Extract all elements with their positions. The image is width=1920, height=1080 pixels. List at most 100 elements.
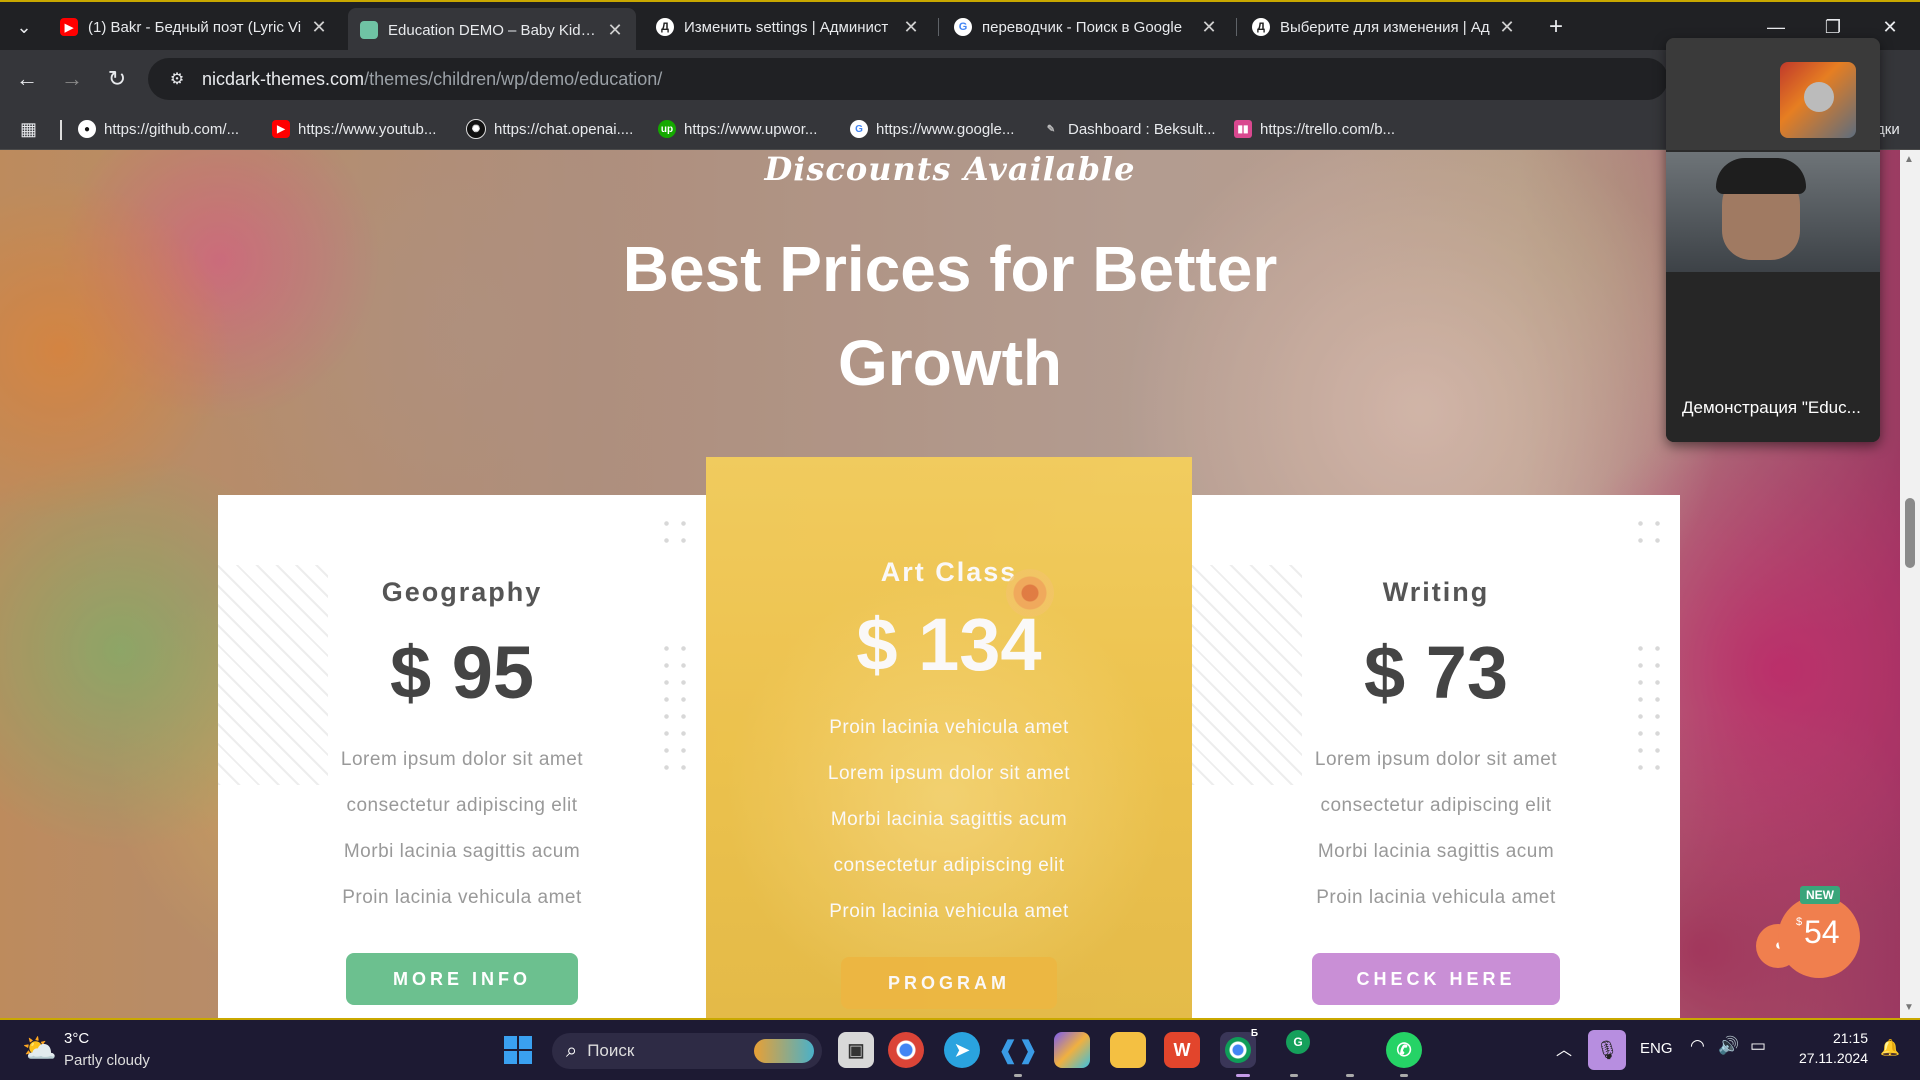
close-icon: ✕ <box>1882 16 1898 37</box>
start-button[interactable] <box>500 1032 536 1068</box>
bookmark-upwork[interactable]: up https://www.upwor... <box>658 117 817 141</box>
user-icon <box>1804 82 1834 112</box>
close-icon[interactable]: ✕ <box>1200 17 1218 38</box>
wifi-icon[interactable]: ◠ <box>1690 1036 1705 1056</box>
new-tab-button[interactable]: + <box>1536 10 1576 44</box>
back-button[interactable]: ← <box>10 62 44 96</box>
screen-share-tile: Демонстрация "Educ... <box>1666 272 1880 442</box>
promo-currency: $ <box>1796 916 1803 928</box>
tab-title: Изменить settings | Админист <box>684 18 889 36</box>
windows-taskbar: ⛅ 3°C Partly cloudy ⌕ Поиск ▣ ➤ ❰❱ W Б G… <box>0 1018 1920 1080</box>
volume-icon[interactable]: 🔊 <box>1718 1036 1739 1056</box>
card-feature: consectetur adipiscing elit <box>1320 795 1552 816</box>
tab-youtube[interactable]: ▶ (1) Bakr - Бедный поэт (Lyric Vi ✕ <box>48 10 340 44</box>
bookmark-label: https://github.com/... <box>104 120 240 138</box>
bookmark-separator <box>60 120 62 140</box>
tab-title: Education DEMO – Baby Kids Pr <box>388 21 598 39</box>
bookmark-label: https://www.google... <box>876 120 1015 138</box>
clock-date[interactable]: 27.11.2024 <box>1790 1050 1868 1066</box>
apps-button[interactable]: ▦ <box>20 117 37 141</box>
trello-icon: ▮▮ <box>1234 120 1252 138</box>
bookmark-label: https://chat.openai.... <box>494 120 634 138</box>
card-feature: Morbi lacinia sagittis acum <box>830 809 1068 830</box>
bookmark-chatgpt[interactable]: ✺ https://chat.openai.... <box>466 117 633 141</box>
tab-search-button[interactable]: ⌄ <box>4 10 44 44</box>
bookmark-label: https://trello.com/b... <box>1260 120 1396 138</box>
grammarly-icon[interactable]: G <box>1286 1030 1310 1054</box>
video-call-overlay[interactable]: Демонстрация "Educ... <box>1666 38 1880 442</box>
card-title: Art Class <box>880 557 1018 587</box>
pricing-card-geography: Geography $ 95 Lorem ipsum dolor sit ame… <box>218 495 706 1018</box>
app-indicator <box>1346 1074 1354 1077</box>
bookmark-label: https://www.upwor... <box>684 120 818 138</box>
chrome-icon[interactable] <box>888 1032 924 1068</box>
program-button[interactable]: PROGRAM <box>841 957 1057 1009</box>
search-icon: ⌕ <box>566 1039 578 1062</box>
page-scrollbar[interactable]: ▲ ▼ <box>1900 150 1920 1018</box>
tab-django-settings[interactable]: Д Изменить settings | Админист ✕ <box>644 10 932 44</box>
microphone-icon[interactable]: 🎙 <box>1588 1030 1626 1070</box>
telegram-icon[interactable]: ➤ <box>944 1032 980 1068</box>
tab-strip: ⌄ ▶ (1) Bakr - Бедный поэт (Lyric Vi ✕ E… <box>0 0 1920 52</box>
upwork-icon: up <box>658 120 676 138</box>
card-feature: Morbi lacinia sagittis acum <box>1317 841 1555 862</box>
restore-icon: ❐ <box>1824 16 1842 37</box>
partly-cloudy-icon: ⛅ <box>22 1033 57 1064</box>
more-info-button[interactable]: MORE INFO <box>346 953 578 1005</box>
reload-button[interactable]: ↻ <box>100 62 134 96</box>
close-icon[interactable]: ✕ <box>902 17 920 38</box>
minimize-icon: — <box>1767 16 1785 37</box>
youtube-icon: ▶ <box>272 120 290 138</box>
browser-toolbar: ← → ↻ ⚙ nicdark-themes.com /themes/child… <box>0 50 1920 108</box>
wps-office-icon[interactable]: W <box>1164 1032 1200 1068</box>
battery-icon[interactable]: ▭ <box>1750 1036 1766 1056</box>
chevron-up-icon[interactable]: ︿ <box>1556 1036 1572 1060</box>
tab-django-select[interactable]: Д Выберите для изменения | Ад ✕ <box>1240 10 1528 44</box>
tab-education-demo[interactable]: Education DEMO – Baby Kids Pr ✕ <box>348 8 636 52</box>
tab-google-search[interactable]: G переводчик - Поиск в Google ✕ <box>942 10 1230 44</box>
clock-time[interactable]: 21:15 <box>1790 1030 1868 1046</box>
tab-separator <box>938 18 939 36</box>
close-icon[interactable]: ✕ <box>1498 17 1516 38</box>
card-feature: Proin lacinia vehicula amet <box>1316 887 1556 908</box>
tab-separator <box>1236 18 1237 36</box>
url-path: /themes/children/wp/demo/education/ <box>364 68 663 89</box>
scroll-down-icon[interactable]: ▼ <box>1904 1002 1914 1013</box>
close-icon[interactable]: ✕ <box>606 20 624 41</box>
scrollbar-thumb[interactable] <box>1905 498 1915 568</box>
notifications-icon[interactable]: 🔔 <box>1880 1038 1900 1058</box>
scroll-up-icon[interactable]: ▲ <box>1904 154 1914 165</box>
bookmark-youtube[interactable]: ▶ https://www.youtub... <box>272 117 436 141</box>
web-page: Discounts Available Best Prices for Bett… <box>0 150 1900 1018</box>
address-bar[interactable]: ⚙ nicdark-themes.com /themes/children/wp… <box>148 58 1668 100</box>
django-icon: Д <box>656 18 674 36</box>
app-indicator <box>1400 1074 1408 1077</box>
promo-price: 54 <box>1804 914 1840 950</box>
chrome-profile-icon[interactable]: Б <box>1220 1028 1258 1068</box>
vscode-icon[interactable]: ❰❱ <box>998 1032 1038 1068</box>
weather-temp: 3°C <box>64 1030 90 1047</box>
site-info-icon[interactable]: ⚙ <box>160 69 194 89</box>
bookmark-trello[interactable]: ▮▮ https://trello.com/b... <box>1234 117 1395 141</box>
active-app-indicator <box>1236 1074 1250 1077</box>
search-placeholder: Поиск <box>587 1041 635 1060</box>
check-here-button[interactable]: CHECK HERE <box>1312 953 1560 1005</box>
copilot-icon[interactable] <box>1054 1032 1090 1068</box>
bookmarks-bar: ▦ ● https://github.com/... ▶ https://www.y… <box>0 108 1920 150</box>
task-view-icon[interactable]: ▣ <box>838 1032 874 1068</box>
whatsapp-icon[interactable]: ✆ <box>1386 1032 1422 1068</box>
weather-widget[interactable]: ⛅ <box>22 1032 58 1068</box>
bookmark-github[interactable]: ● https://github.com/... <box>78 117 239 141</box>
bookmark-google[interactable]: Ghttps://www.google... <box>850 117 1014 141</box>
file-explorer-icon[interactable] <box>1110 1032 1146 1068</box>
tab-title: (1) Bakr - Бедный поэт (Lyric Vi <box>88 18 302 36</box>
promo-badge[interactable]: ◖ NEW $ 54 <box>1756 886 1860 1000</box>
forward-button[interactable]: → <box>55 62 89 96</box>
card-feature: Proin lacinia vehicula amet <box>829 717 1069 738</box>
language-indicator[interactable]: ENG <box>1640 1040 1673 1057</box>
arrow-right-icon: → <box>61 66 83 91</box>
taskbar-search[interactable]: ⌕ Поиск <box>552 1033 822 1069</box>
pricing-card-art-class: Art Class $ 134 Proin lacinia vehicula a… <box>706 457 1192 1018</box>
bookmark-dashboard[interactable]: ✎ Dashboard : Beksult... <box>1042 117 1216 141</box>
close-icon[interactable]: ✕ <box>310 17 328 38</box>
